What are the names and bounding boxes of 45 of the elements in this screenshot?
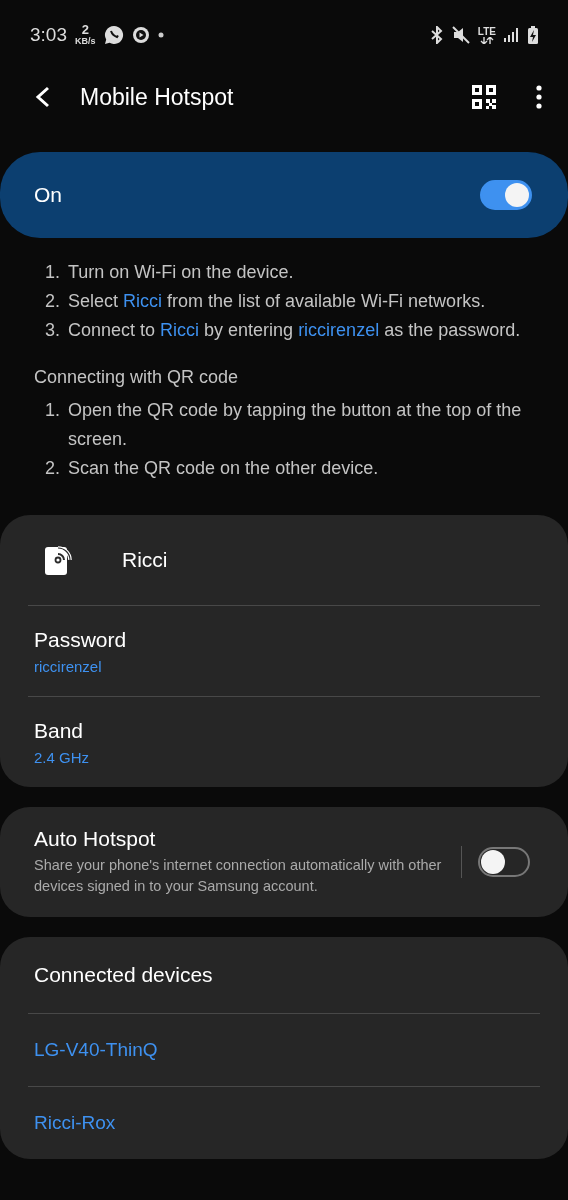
signal-icon	[504, 28, 520, 42]
instruction-step: Scan the QR code on the other device.	[68, 454, 379, 483]
page-title: Mobile Hotspot	[80, 83, 234, 111]
step-number: 3.	[44, 319, 60, 342]
data-arrows-icon	[479, 36, 494, 44]
instruction-step: Select Ricci from the list of available Wi-Fi networks.	[68, 287, 486, 316]
instruction-step: Turn on Wi-Fi on the device.	[68, 258, 294, 287]
battery-charging-icon	[528, 26, 538, 44]
hotspot-device-icon	[44, 544, 74, 576]
data-speed-value: 2	[81, 24, 89, 36]
section-heading: Connecting with QR code	[34, 367, 240, 388]
dot-icon	[157, 32, 164, 38]
device-item[interactable]: Ricci-Rox	[28, 1087, 540, 1159]
master-switch-bar[interactable]: On	[0, 152, 568, 238]
instruction-step: Connect to Ricci by entering riccirenzel as the password.	[68, 316, 521, 345]
step-number: 1.	[44, 261, 60, 284]
setting-label: Password	[34, 627, 128, 652]
network-name: Ricci	[122, 548, 168, 572]
chat-app-icon	[103, 25, 124, 45]
toggle-switch[interactable]	[480, 180, 532, 210]
setting-value: 2.4 GHz	[34, 748, 91, 766]
step-number: 2.	[44, 290, 60, 313]
bluetooth-icon	[429, 26, 444, 44]
clock: 3:03	[30, 24, 67, 46]
instruction-step: Open the QR code by tapping the button at the top of the screen.	[68, 396, 538, 454]
play-circle-icon	[131, 26, 150, 44]
setting-row[interactable]: Password riccirenzel	[28, 606, 540, 696]
setting-value: riccirenzel	[34, 657, 103, 675]
setting-label: Auto Hotspot	[34, 827, 157, 851]
section-heading: Connected devices	[33, 962, 214, 988]
setting-label: Band	[34, 718, 85, 743]
setting-row[interactable]: Band 2.4 GHz	[28, 697, 540, 787]
mute-icon	[451, 26, 470, 44]
step-number: 1.	[44, 399, 60, 422]
chevron-left-icon	[34, 86, 52, 108]
network-type: LTE	[477, 26, 496, 37]
device-item[interactable]: LG-V40-ThinQ	[28, 1014, 540, 1086]
network-name-row[interactable]: Ricci	[28, 515, 540, 605]
toggle-switch[interactable]	[478, 847, 530, 877]
step-number: 2.	[44, 457, 60, 480]
data-speed-unit: KB/s	[75, 36, 96, 46]
switch-label: On	[34, 183, 62, 207]
setting-description: Share your phone's internet connection automatically with other devices signed in to your Samsung account.	[34, 856, 443, 896]
more-icon	[536, 85, 542, 109]
qr-code-icon	[472, 85, 496, 109]
